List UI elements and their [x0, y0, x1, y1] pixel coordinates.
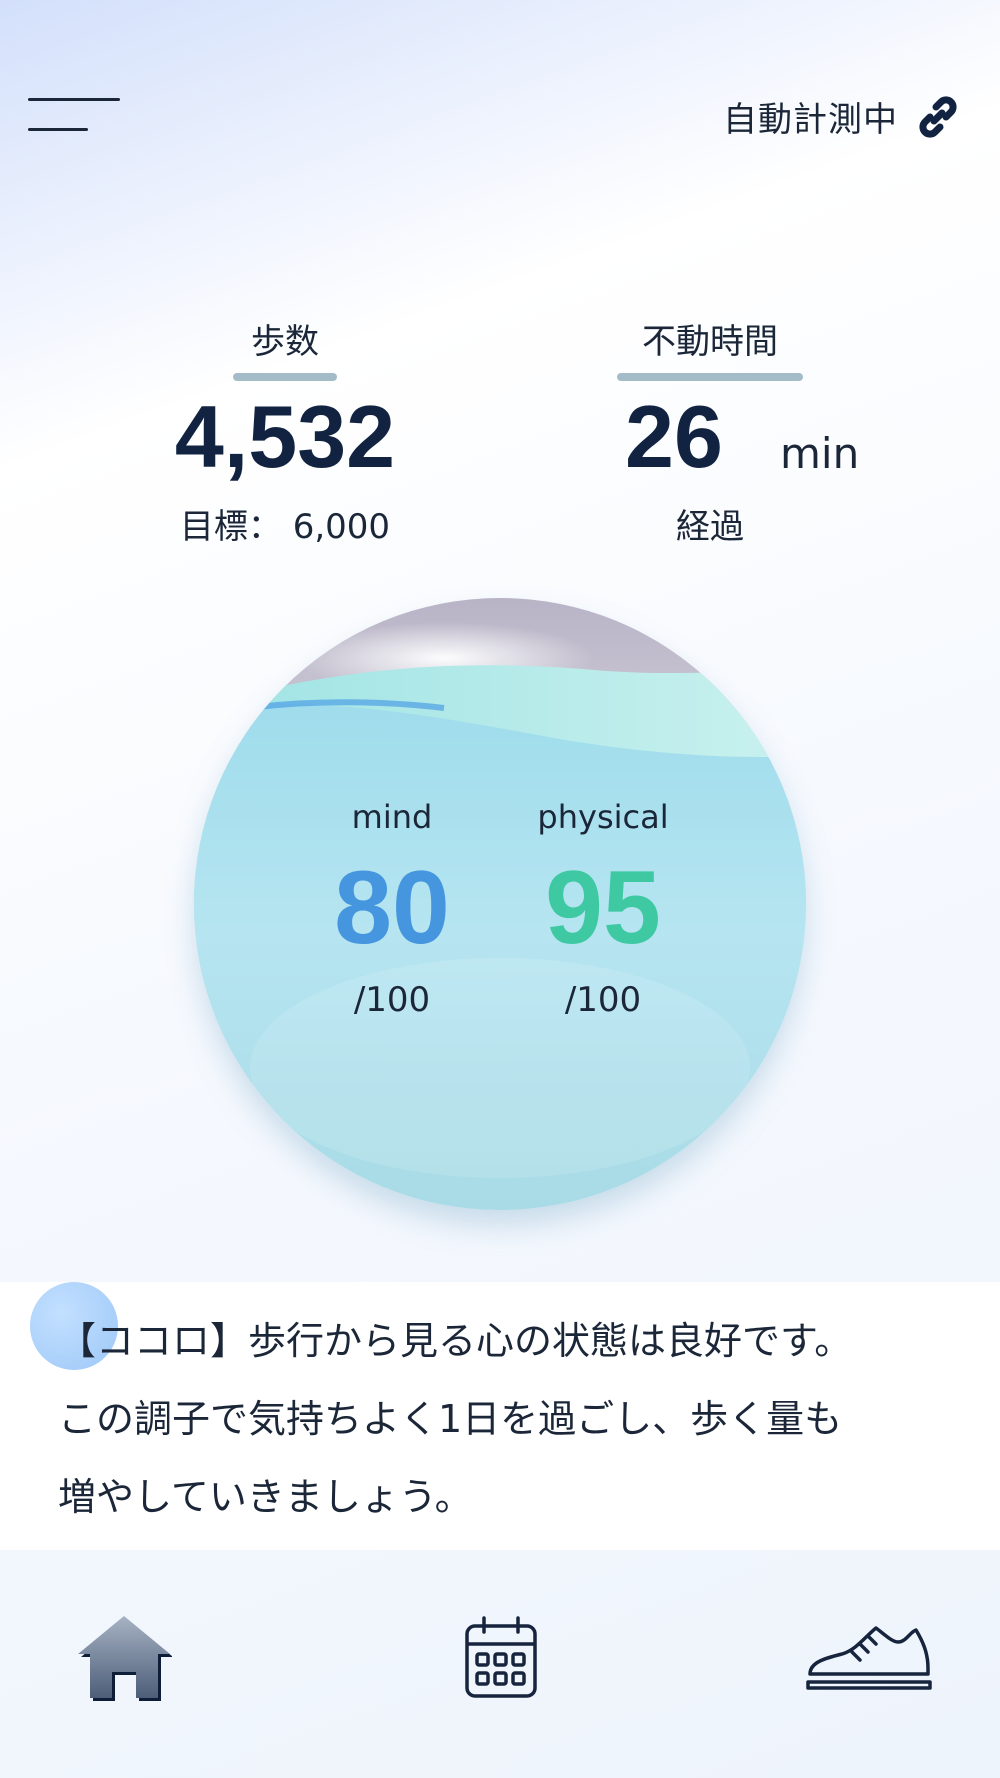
inactive-time-stat: 不動時間 26 min 経過 [605, 322, 859, 548]
nav-calendar-button[interactable] [464, 1616, 538, 1700]
physical-score-label: physical [537, 798, 669, 836]
bottom-navigation [0, 1550, 1000, 1778]
condition-orb: mind 80 /100 physical 95 /100 [194, 598, 806, 1210]
calendar-icon [465, 1616, 537, 1698]
link-icon [916, 95, 960, 139]
menu-button[interactable] [22, 88, 122, 138]
mind-score: mind 80 /100 [292, 798, 492, 1020]
steps-stat: 歩数 4,532 目標： 6,000 [150, 325, 420, 548]
mind-score-max: /100 [353, 980, 431, 1020]
physical-score: physical 95 /100 [503, 798, 703, 1020]
sneaker-icon [806, 1626, 932, 1690]
auto-measure-label: 自動計測中 [723, 100, 898, 140]
home-icon [78, 1616, 172, 1701]
inactive-time-label: 不動時間 [642, 322, 778, 362]
hamburger-menu-icon-top-line [28, 98, 120, 101]
advice-message-card: 【ココロ】歩行から見る心の状態は良好です。 この調子で気持ちよく1日を過ごし、歩… [0, 1282, 1000, 1550]
advice-message-text: 【ココロ】歩行から見る心の状態は良好です。 この調子で気持ちよく1日を過ごし、歩… [58, 1319, 853, 1519]
inactive-time-label-underline [617, 373, 803, 381]
inactive-time-elapsed: 経過 [676, 507, 744, 547]
hamburger-menu-icon-bottom-line [28, 128, 88, 131]
inactive-time-value: 26 [625, 387, 723, 486]
physical-score-value: 95 [545, 850, 661, 966]
auto-measure-status[interactable]: 自動計測中 [723, 92, 960, 141]
mind-score-value: 80 [334, 850, 450, 966]
inactive-time-unit: min [780, 429, 860, 478]
steps-goal: 目標： 6,000 [179, 507, 391, 547]
steps-value: 4,532 [174, 387, 396, 486]
nav-home-button[interactable] [76, 1612, 172, 1702]
steps-label-underline [233, 373, 337, 381]
nav-walk-button[interactable] [806, 1622, 932, 1692]
steps-label: 歩数 [251, 322, 319, 362]
mind-score-label: mind [351, 798, 433, 836]
physical-score-max: /100 [564, 980, 642, 1020]
